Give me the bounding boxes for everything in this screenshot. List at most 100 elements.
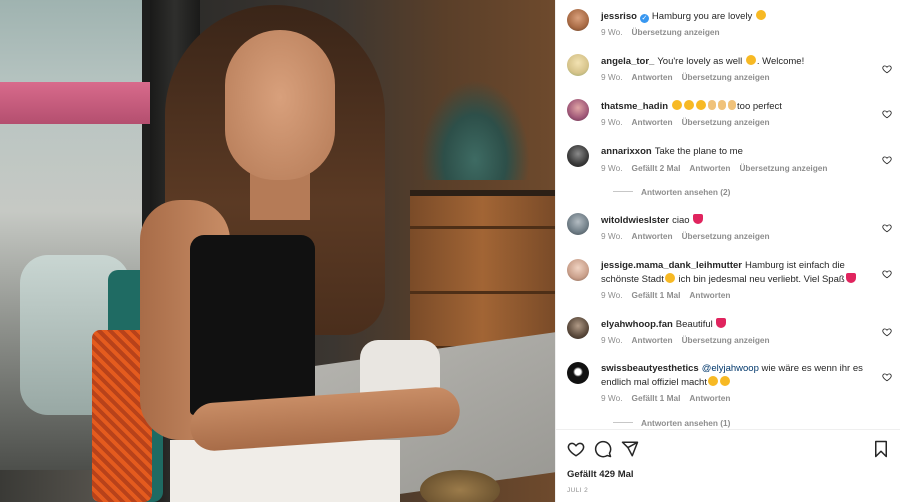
comment-meta: 9 Wo. Antworten Übersetzung anzeigen (601, 335, 779, 345)
translate-link[interactable]: Übersetzung anzeigen (682, 117, 770, 127)
comment-body: You're lovely as well (657, 56, 743, 67)
like-comment-heart-icon[interactable] (882, 109, 892, 119)
reply-link[interactable]: Antworten (632, 72, 673, 82)
reply-link[interactable]: Antworten (632, 117, 673, 127)
heart-icon[interactable] (567, 440, 585, 458)
comment-body: Beautiful (675, 319, 713, 330)
comment-text: elyahwhoop.fan Beautiful (601, 318, 863, 332)
comment-age: 9 Wo. (601, 117, 623, 127)
like-comment-heart-icon[interactable] (882, 269, 892, 279)
clapping-hands-icon (708, 100, 717, 110)
red-heart-icon (693, 214, 704, 224)
comment-likes[interactable]: Gefällt 1 Mal (632, 290, 681, 300)
verified-badge-icon: ✓ (639, 14, 649, 23)
comments-panel: jessriso ✓ Hamburg you are lovely 9 Wo. Übe… (555, 0, 900, 502)
clapping-hands-icon (728, 100, 737, 110)
comment-age: 9 Wo. (601, 163, 623, 173)
comment-username[interactable]: swissbeautyesthetics (601, 363, 699, 374)
replies-divider (613, 191, 633, 192)
like-comment-heart-icon[interactable] (882, 64, 892, 74)
comment-age: 9 Wo. (601, 27, 623, 37)
comment-meta: 9 Wo. Übersetzung anzeigen (601, 27, 729, 37)
comment-age: 9 Wo. (601, 72, 623, 82)
comment-username[interactable]: angela_tor_ (601, 56, 654, 67)
translate-link[interactable]: Übersetzung anzeigen (682, 231, 770, 241)
like-comment-heart-icon[interactable] (882, 223, 892, 233)
comment-meta: 9 Wo. Gefällt 1 Mal Antworten (601, 393, 739, 403)
avatar[interactable] (567, 259, 589, 281)
comment-text: swissbeautyesthetics @elyjahwoop wie wäre… (601, 363, 863, 389)
comment-meta: 9 Wo. Gefällt 2 Mal Antworten Übersetzung a… (601, 163, 837, 173)
comment-text: witoldwiesIster ciao (601, 214, 863, 228)
like-comment-heart-icon[interactable] (882, 327, 892, 337)
comment-username[interactable]: thatsme_hadin (601, 101, 668, 112)
comment-text: jessige.mama_dank_leihmutter Hamburg ist … (601, 260, 863, 286)
comment-body: too perfect (737, 101, 782, 112)
comment-username[interactable]: witoldwiesIster (601, 215, 669, 226)
comment-likes[interactable]: Gefällt 2 Mal (632, 163, 681, 173)
view-replies-label: Antworten ansehen (1) (641, 418, 731, 428)
avatar[interactable] (567, 317, 589, 339)
reply-link[interactable]: Antworten (689, 393, 730, 403)
comment-text: jessriso ✓ Hamburg you are lovely (601, 10, 863, 24)
view-replies-label: Antworten ansehen (2) (641, 187, 731, 197)
reply-link[interactable]: Antworten (689, 290, 730, 300)
smiling-face-icon (745, 55, 756, 65)
replies-divider (613, 422, 633, 423)
view-replies-link[interactable]: Antworten ansehen (2) (613, 187, 730, 197)
avatar[interactable] (567, 145, 589, 167)
post-date[interactable]: JULI 2 (567, 487, 588, 494)
post-likes-count[interactable]: Gefällt 429 Mal (567, 469, 634, 480)
comment-username[interactable]: elyahwhoop.fan (601, 319, 673, 330)
comment-age: 9 Wo. (601, 393, 623, 403)
smiling-face-with-hearts-icon (755, 10, 766, 20)
avatar[interactable] (567, 213, 589, 235)
clapping-hands-icon (718, 100, 727, 110)
avatar[interactable] (567, 362, 589, 384)
comment-text: angela_tor_ You're lovely as well . Welco… (601, 55, 863, 69)
red-heart-icon (716, 318, 727, 328)
coffee-cup (420, 470, 500, 502)
heart-eyes-icon (672, 100, 683, 110)
like-comment-heart-icon[interactable] (882, 372, 892, 382)
comment-text: thatsme_hadin too perfect (601, 100, 863, 114)
comment-body: Take the plane to me (654, 146, 743, 157)
comment-meta: 9 Wo. Antworten Übersetzung anzeigen (601, 72, 779, 82)
comment-likes[interactable]: Gefällt 1 Mal (632, 393, 681, 403)
translate-link[interactable]: Übersetzung anzeigen (739, 163, 827, 173)
comment-username[interactable]: jessige.mama_dank_leihmutter (601, 260, 742, 271)
mention-link[interactable]: @elyjahwoop (702, 363, 759, 374)
translate-link[interactable]: Übersetzung anzeigen (682, 72, 770, 82)
reply-link[interactable]: Antworten (689, 163, 730, 173)
view-replies-link[interactable]: Antworten ansehen (1) (613, 418, 730, 428)
comment-body: ciao (672, 215, 690, 226)
reply-link[interactable]: Antworten (632, 335, 673, 345)
heart-eyes-icon (664, 272, 675, 283)
avatar[interactable] (567, 54, 589, 76)
translate-link[interactable]: Übersetzung anzeigen (632, 27, 720, 37)
like-comment-heart-icon[interactable] (882, 155, 892, 165)
bookmark-icon[interactable] (872, 440, 890, 458)
comment-age: 9 Wo. (601, 335, 623, 345)
shop-awning (0, 82, 150, 124)
avatar[interactable] (567, 99, 589, 121)
comment-age: 9 Wo. (601, 231, 623, 241)
post-actions-bar: Gefällt 429 Mal JULI 2 (556, 429, 900, 502)
comment-text: annarixxon Take the plane to me (601, 146, 863, 159)
grinning-face-icon (719, 375, 730, 386)
comment-list[interactable]: jessriso ✓ Hamburg you are lovely 9 Wo. Übe… (556, 0, 900, 428)
grinning-face-icon (707, 375, 718, 386)
comment-username[interactable]: annarixxon (601, 146, 652, 157)
comment-username[interactable]: jessriso (601, 11, 637, 22)
comment-meta: 9 Wo. Antworten Übersetzung anzeigen (601, 117, 779, 127)
share-icon[interactable] (621, 440, 639, 458)
comment-body-tail: . Welcome! (756, 56, 805, 67)
comment-icon[interactable] (594, 440, 612, 458)
avatar[interactable] (567, 9, 589, 31)
reply-link[interactable]: Antworten (632, 231, 673, 241)
comment-body-tail: ich bin jedesmal neu verliebt. Viel Spaß (675, 273, 845, 285)
woman-portrait (130, 0, 462, 502)
translate-link[interactable]: Übersetzung anzeigen (682, 335, 770, 345)
comment-body: Hamburg you are lovely (651, 11, 753, 22)
post-photo[interactable] (0, 0, 555, 502)
